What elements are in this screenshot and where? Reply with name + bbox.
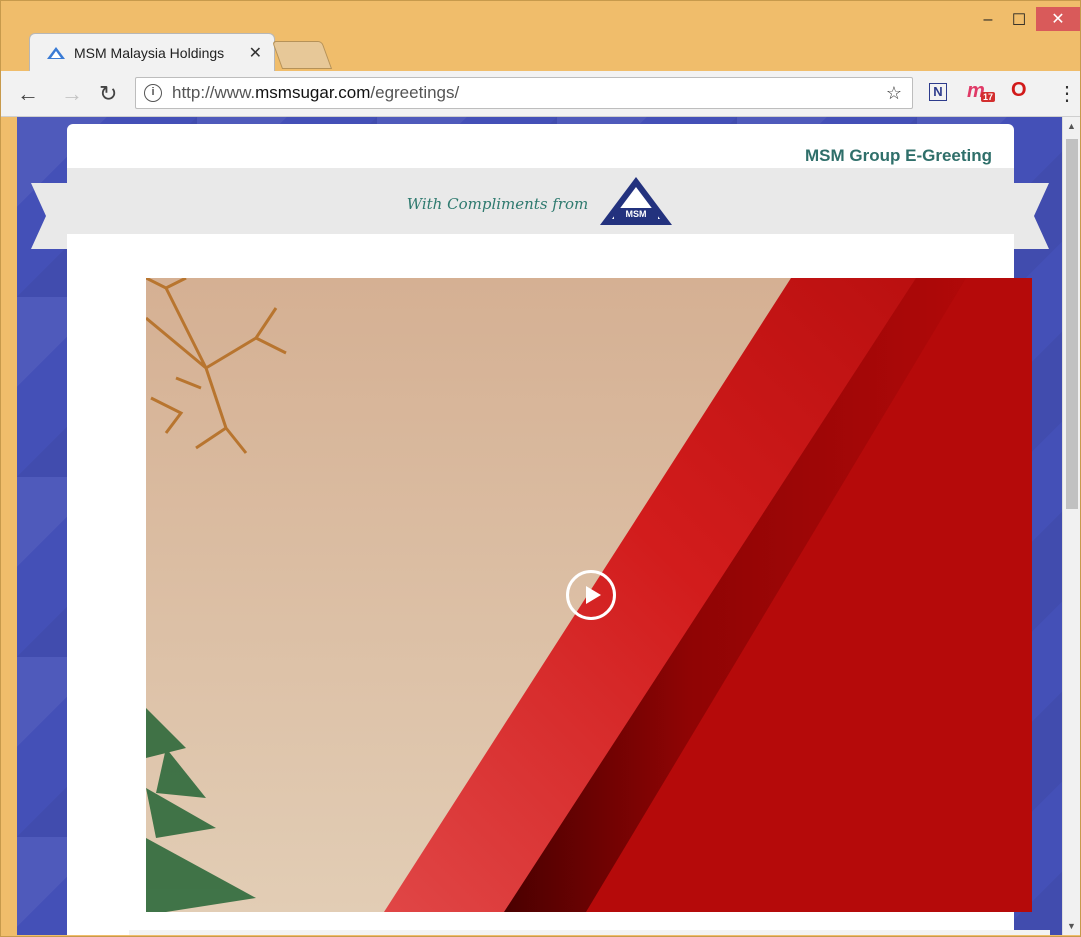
reload-icon[interactable]: ↻ bbox=[99, 81, 117, 107]
menu-kebab-icon[interactable]: ⋮ bbox=[1057, 81, 1077, 106]
extension-badge: 17 bbox=[981, 92, 996, 102]
info-icon[interactable]: i bbox=[144, 84, 162, 102]
back-arrow-icon[interactable]: ← bbox=[17, 81, 39, 107]
logo-text: MSM bbox=[626, 209, 647, 219]
bookmark-star-icon[interactable]: ☆ bbox=[886, 83, 902, 104]
url-text[interactable]: http://www.msmsugar.com/egreetings/ bbox=[172, 83, 459, 103]
scroll-up-icon[interactable]: ▲ bbox=[1067, 121, 1076, 131]
compliments-text: With Compliments from bbox=[406, 195, 589, 213]
opera-icon[interactable]: O bbox=[1011, 79, 1027, 102]
title-bar: MSM Malaysia Holdings ✕ – ☐ ✕ bbox=[1, 1, 1080, 71]
m-extension-icon[interactable]: m 17 bbox=[967, 80, 996, 103]
page-title: MSM Group E-Greeting bbox=[805, 146, 992, 165]
video-caption-bar bbox=[129, 930, 1050, 935]
browser-toolbar: ← → ↻ i http://www.msmsugar.com/egreetin… bbox=[1, 71, 1080, 117]
n-extension-icon[interactable]: N bbox=[929, 83, 947, 101]
vertical-scrollbar[interactable]: ▲ ▼ bbox=[1062, 117, 1080, 935]
msm-logo-icon: MSM bbox=[600, 177, 673, 225]
tab-title: MSM Malaysia Holdings bbox=[74, 44, 224, 61]
maximize-button[interactable]: ☐ bbox=[1005, 9, 1033, 31]
msm-favicon-icon bbox=[47, 46, 65, 59]
forward-arrow-icon[interactable]: → bbox=[61, 81, 83, 107]
active-tab[interactable]: MSM Malaysia Holdings ✕ bbox=[29, 33, 275, 71]
page-viewport: MSM Group E-Greeting With Compliments fr… bbox=[17, 117, 1062, 935]
scroll-thumb[interactable] bbox=[1066, 139, 1078, 509]
minimize-button[interactable]: – bbox=[973, 9, 1003, 31]
scroll-down-icon[interactable]: ▼ bbox=[1067, 921, 1076, 931]
address-bar[interactable]: i http://www.msmsugar.com/egreetings/ ☆ bbox=[135, 77, 913, 109]
browser-window: MSM Malaysia Holdings ✕ – ☐ ✕ ← → ↻ i ht… bbox=[0, 0, 1081, 937]
new-tab-button[interactable] bbox=[271, 41, 333, 69]
greeting-card: MSM Group E-Greeting With Compliments fr… bbox=[67, 124, 1050, 935]
play-icon bbox=[585, 586, 601, 604]
greeting-video[interactable] bbox=[146, 278, 1032, 912]
play-button[interactable] bbox=[566, 570, 616, 620]
close-window-button[interactable]: ✕ bbox=[1036, 7, 1080, 31]
compliments-banner: With Compliments from MSM bbox=[67, 168, 1014, 234]
tab-close-icon[interactable]: ✕ bbox=[249, 43, 262, 63]
